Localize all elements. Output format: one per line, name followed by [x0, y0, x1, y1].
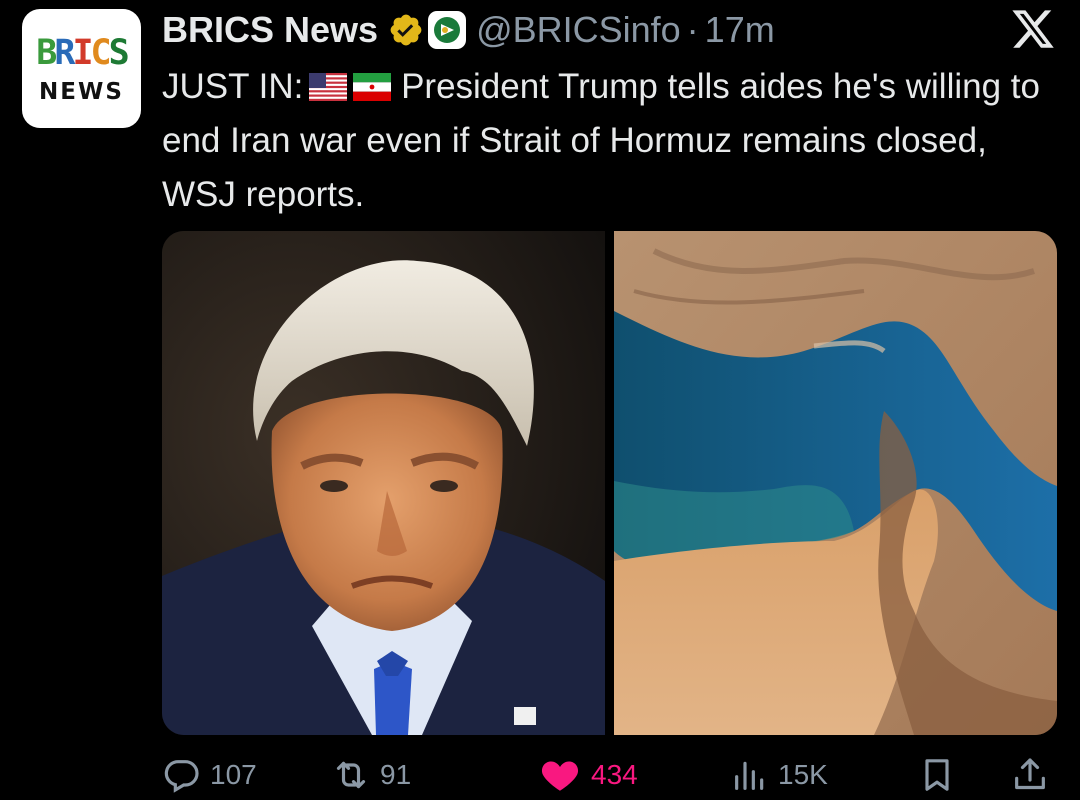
verified-badge-icon[interactable] — [388, 12, 424, 48]
views-button[interactable]: 15K — [730, 752, 828, 798]
avatar-news-text: NEWS — [39, 79, 124, 105]
share-button[interactable] — [1010, 752, 1058, 798]
reply-icon — [164, 760, 199, 793]
media-divider — [605, 231, 614, 735]
iran-flag-icon — [353, 73, 392, 101]
affiliate-badge-icon[interactable] — [428, 11, 467, 49]
like-button[interactable]: 434 — [537, 752, 638, 798]
repost-icon — [336, 761, 366, 789]
repost-count: 91 — [380, 759, 412, 790]
bookmark-button[interactable] — [917, 752, 965, 798]
x-logo-icon — [1012, 10, 1054, 48]
satellite-photo[interactable] — [614, 231, 1057, 735]
handle[interactable]: @BRICSinfo — [476, 9, 681, 51]
repost-button[interactable]: 91 — [330, 752, 411, 798]
portrait-photo[interactable] — [162, 231, 605, 735]
heart-icon — [541, 761, 579, 791]
tweet-prefix: JUST IN: — [162, 67, 304, 106]
action-bar: 107 91 434 15K — [162, 752, 1062, 798]
separator-dot: · — [686, 9, 699, 50]
avatar[interactable]: BRICS NEWS — [22, 9, 141, 128]
like-count: 434 — [591, 759, 638, 790]
avatar-logo-text: BRICS — [36, 33, 129, 73]
views-icon — [735, 761, 764, 790]
bookmark-icon — [925, 759, 949, 791]
reply-count: 107 — [210, 759, 257, 790]
tweet-text: JUST IN: President Trump tells aides he'… — [162, 60, 1042, 222]
share-icon — [1015, 758, 1045, 790]
media-grid — [162, 231, 1057, 735]
timestamp[interactable]: 17m — [705, 9, 775, 51]
display-name[interactable]: BRICS News — [162, 9, 378, 51]
reply-button[interactable]: 107 — [162, 752, 257, 798]
tweet-header: BRICS News @BRICSinfo · 17m — [162, 8, 775, 52]
us-flag-icon — [309, 73, 348, 101]
views-count: 15K — [778, 759, 828, 790]
